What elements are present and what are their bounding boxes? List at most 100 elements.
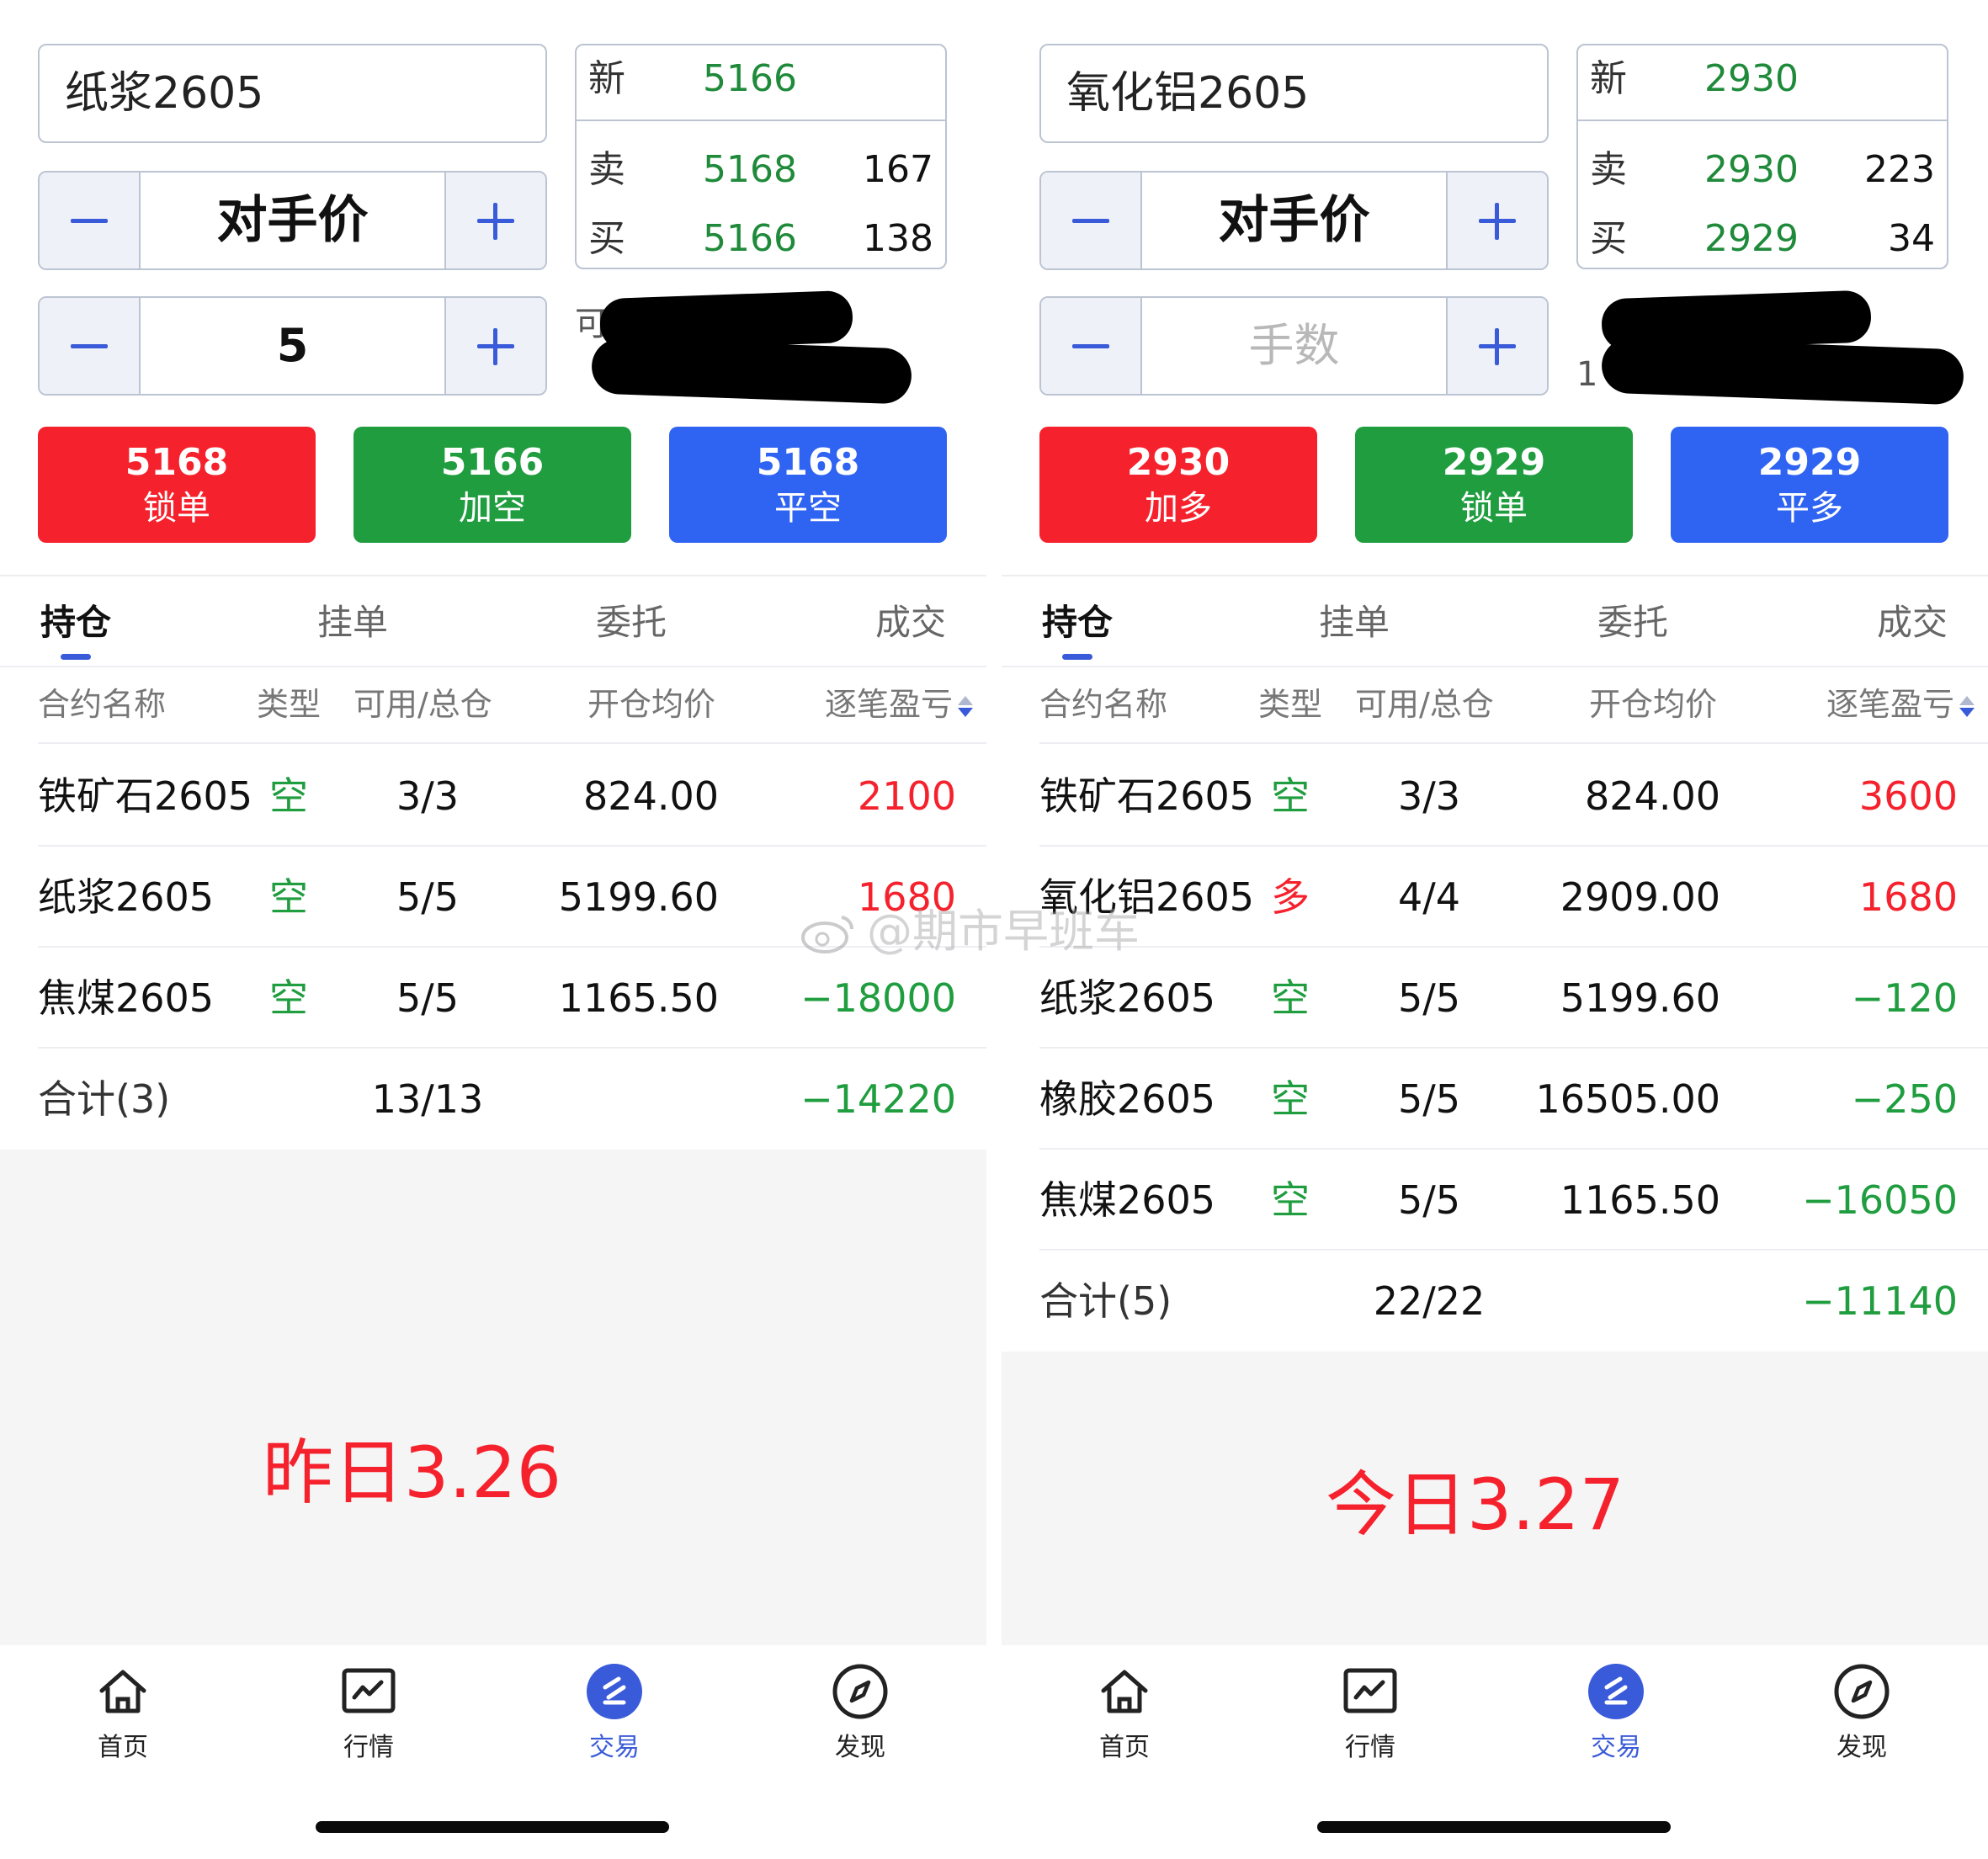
row-pnl: 3600 xyxy=(1858,773,1958,819)
plus-icon-vertical xyxy=(493,203,497,240)
close-short-button[interactable]: 5168 平空 xyxy=(669,427,947,543)
row-available-total: 3/3 xyxy=(1397,773,1461,819)
col-contract-name: 合约名称 xyxy=(1039,686,1168,723)
tab-pending-orders[interactable]: 挂单 xyxy=(317,602,388,644)
trade-icon xyxy=(1588,1664,1644,1719)
header-divider xyxy=(1039,742,1988,744)
row-available-total: 5/5 xyxy=(396,975,460,1021)
table-row[interactable]: 焦煤2605 空 5/5 1165.50 −18000 xyxy=(0,948,986,1049)
action-label: 平多 xyxy=(1776,489,1843,528)
total-label: 合计(5) xyxy=(1039,1278,1172,1324)
quantity-plus-button[interactable] xyxy=(1446,298,1547,394)
table-row[interactable]: 焦煤2605 空 5/5 1165.50 −16050 xyxy=(1002,1150,1988,1251)
nav-home[interactable]: 首页 xyxy=(1057,1662,1192,1765)
empty-list-area: 今日3.27 xyxy=(1002,1352,1988,1645)
nav-market[interactable]: 行情 xyxy=(1303,1662,1438,1765)
ask-row[interactable]: 卖 2930 223 xyxy=(1578,136,1947,204)
quantity-plus-button[interactable] xyxy=(444,298,545,394)
nav-label: 行情 xyxy=(1345,1733,1395,1762)
col-available-total: 可用/总仓 xyxy=(1355,686,1494,723)
row-pnl: −18000 xyxy=(800,975,956,1021)
quantity-input[interactable]: 手数 xyxy=(1142,298,1446,394)
table-row[interactable]: 铁矿石2605 空 3/3 824.00 3600 xyxy=(1002,746,1988,847)
price-minus-button[interactable] xyxy=(40,173,141,268)
date-annotation: 昨日3.26 xyxy=(263,1431,562,1514)
active-tab-indicator xyxy=(61,654,91,660)
action-price: 5168 xyxy=(125,441,229,484)
price-plus-button[interactable] xyxy=(1446,173,1547,268)
nav-discover[interactable]: 发现 xyxy=(1794,1662,1929,1765)
row-pnl: −250 xyxy=(1851,1076,1958,1122)
tab-orders[interactable]: 委托 xyxy=(1597,602,1668,644)
quantity-input[interactable]: 5 xyxy=(141,298,444,394)
row-open-avg-price: 824.00 xyxy=(1585,773,1720,819)
price-mode-value[interactable]: 对手价 xyxy=(141,173,444,268)
add-long-button[interactable]: 2930 加多 xyxy=(1039,427,1317,543)
col-pnl[interactable]: 逐笔盈亏 xyxy=(825,683,974,725)
home-indicator[interactable] xyxy=(316,1821,669,1833)
trade-icon xyxy=(587,1664,642,1719)
close-long-button[interactable]: 2929 平多 xyxy=(1671,427,1948,543)
row-type: 空 xyxy=(269,874,308,920)
quantity-minus-button[interactable] xyxy=(40,298,141,394)
price-plus-button[interactable] xyxy=(444,173,545,268)
row-open-avg-price: 1165.50 xyxy=(1560,1177,1720,1223)
bid-row[interactable]: 买 2929 34 xyxy=(1578,205,1947,268)
bid-row[interactable]: 买 5166 138 xyxy=(577,205,945,268)
table-header: 合约名称 类型 可用/总仓 开仓均价 逐笔盈亏 xyxy=(0,665,986,744)
table-row[interactable]: 橡胶2605 空 5/5 16505.00 −250 xyxy=(1002,1049,1988,1150)
sort-icon[interactable] xyxy=(1958,694,1975,720)
last-label: 新 xyxy=(588,57,625,100)
bid-volume: 34 xyxy=(1888,217,1935,260)
active-tab-indicator xyxy=(1062,654,1092,660)
col-pnl[interactable]: 逐笔盈亏 xyxy=(1826,683,1975,725)
action-label: 加多 xyxy=(1145,489,1212,528)
table-row[interactable]: 氧化铝2605 多 4/4 2909.00 1680 xyxy=(1002,847,1988,948)
sort-icon[interactable] xyxy=(956,694,974,720)
row-pnl: 1680 xyxy=(1858,874,1958,920)
watermark-text: @期市早班车 xyxy=(867,905,1140,958)
home-indicator[interactable] xyxy=(1317,1821,1671,1833)
tab-pending-orders[interactable]: 挂单 xyxy=(1319,602,1390,644)
price-mode-value[interactable]: 对手价 xyxy=(1142,173,1446,268)
contract-symbol-field[interactable]: 纸浆2605 xyxy=(38,44,547,143)
row-type: 空 xyxy=(1271,975,1310,1021)
col-type: 类型 xyxy=(257,686,322,723)
nav-trade[interactable]: 交易 xyxy=(547,1662,682,1765)
col-type: 类型 xyxy=(1258,686,1323,723)
add-short-button[interactable]: 5166 加空 xyxy=(353,427,631,543)
nav-trade[interactable]: 交易 xyxy=(1549,1662,1683,1765)
row-type: 多 xyxy=(1271,874,1310,920)
price-minus-button[interactable] xyxy=(1041,173,1142,268)
table-row[interactable]: 铁矿石2605 空 3/3 824.00 2100 xyxy=(0,746,986,847)
nav-market[interactable]: 行情 xyxy=(301,1662,436,1765)
row-available-total: 5/5 xyxy=(1397,1177,1461,1223)
ask-label: 卖 xyxy=(1590,148,1627,191)
col-available-total: 可用/总仓 xyxy=(353,686,492,723)
nav-discover[interactable]: 发现 xyxy=(793,1662,928,1765)
tab-orders[interactable]: 委托 xyxy=(596,602,667,644)
quantity-minus-button[interactable] xyxy=(1041,298,1142,394)
tab-positions[interactable]: 持仓 xyxy=(1042,602,1113,644)
tab-trades[interactable]: 成交 xyxy=(1877,602,1948,644)
lock-order-button[interactable]: 2929 锁单 xyxy=(1355,427,1633,543)
tab-trades[interactable]: 成交 xyxy=(875,602,946,644)
table-row[interactable]: 纸浆2605 空 5/5 5199.60 −120 xyxy=(1002,948,1988,1049)
row-contract-name: 铁矿石2605 xyxy=(1039,773,1255,819)
row-contract-name: 焦煤2605 xyxy=(38,975,215,1021)
action-price: 2929 xyxy=(1442,441,1546,484)
lock-order-button[interactable]: 5168 锁单 xyxy=(38,427,316,543)
col-open-avg-price: 开仓均价 xyxy=(1589,686,1718,723)
contract-symbol-field[interactable]: 氧化铝2605 xyxy=(1039,44,1549,143)
action-price: 2929 xyxy=(1757,441,1862,484)
nav-home[interactable]: 首页 xyxy=(56,1662,190,1765)
row-pnl: −120 xyxy=(1851,975,1958,1021)
nav-label: 发现 xyxy=(1837,1733,1887,1762)
minus-icon xyxy=(71,219,108,223)
total-pnl: −14220 xyxy=(800,1076,956,1122)
redacted-peek-text: 1 xyxy=(1576,355,1598,394)
ask-row[interactable]: 卖 5168 167 xyxy=(577,136,945,204)
chart-icon xyxy=(1343,1668,1397,1713)
row-contract-name: 焦煤2605 xyxy=(1039,1177,1216,1223)
tab-positions[interactable]: 持仓 xyxy=(40,602,111,644)
